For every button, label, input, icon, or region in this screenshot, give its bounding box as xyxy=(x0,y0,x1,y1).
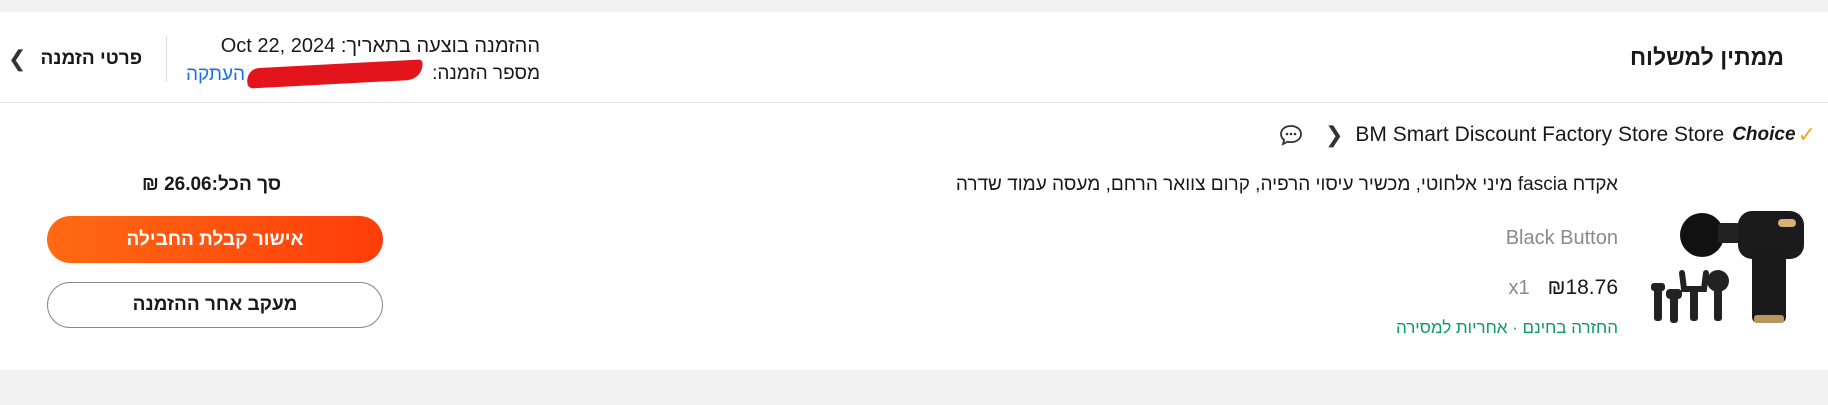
track-order-button[interactable]: מעקב אחר ההזמנה xyxy=(47,282,383,328)
chevron-left-icon: ❮ xyxy=(8,46,27,71)
product-benefits: החזרה בחינם · אחריות למסירה xyxy=(1395,318,1618,337)
price-row: ₪18.76 x1 xyxy=(1508,276,1618,300)
product-variant: Black Button xyxy=(1505,227,1618,249)
checkmark-icon: ✓ xyxy=(1797,122,1816,147)
product-price: ₪18.76 xyxy=(1547,276,1618,299)
order-details-label: פרטי הזמנה xyxy=(40,48,143,69)
copy-order-number-link[interactable]: העתקה xyxy=(186,64,245,86)
product-image[interactable] xyxy=(1650,197,1810,337)
order-number-redacted xyxy=(246,59,424,89)
order-card: ממתין למשלוח ההזמנה בוצעה בתאריך: Oct 22… xyxy=(0,12,1828,370)
order-info: ההזמנה בוצעה בתאריך: Oct 22, 2024 מספר ה… xyxy=(221,32,540,89)
chat-icon[interactable] xyxy=(1279,124,1303,146)
order-number-label: מספר הזמנה: xyxy=(432,63,540,84)
order-date: Oct 22, 2024 xyxy=(220,35,336,57)
order-date-line: ההזמנה בוצעה בתאריך: Oct 22, 2024 xyxy=(221,32,540,60)
product-title[interactable]: אקדח fascia מיני אלחוטי, מכשיר עיסוי הרפ… xyxy=(956,174,1618,196)
order-number-line: מספר הזמנה: xyxy=(221,59,540,89)
confirm-receipt-button[interactable]: אישור קבלת החבילה xyxy=(47,216,383,263)
store-name-link[interactable]: BM Smart Discount Factory Store Store xyxy=(1355,123,1724,147)
store-row: ✓ Choice BM Smart Discount Factory Store… xyxy=(1279,122,1816,148)
header-divider xyxy=(166,36,167,82)
order-header: ממתין למשלוח ההזמנה בוצעה בתאריך: Oct 22… xyxy=(0,12,1828,103)
order-details-link[interactable]: ❮ פרטי הזמנה xyxy=(8,46,142,72)
order-status: ממתין למשלוח xyxy=(1629,44,1784,70)
chevron-left-icon[interactable]: ❮ xyxy=(1325,122,1343,148)
choice-badge: ✓ Choice xyxy=(1732,122,1816,148)
choice-label: Choice xyxy=(1732,124,1796,145)
product-quantity: x1 xyxy=(1508,277,1530,299)
order-total: סך הכל:26.06 ₪ xyxy=(142,174,282,195)
order-date-label: ההזמנה בוצעה בתאריך: xyxy=(340,35,540,57)
